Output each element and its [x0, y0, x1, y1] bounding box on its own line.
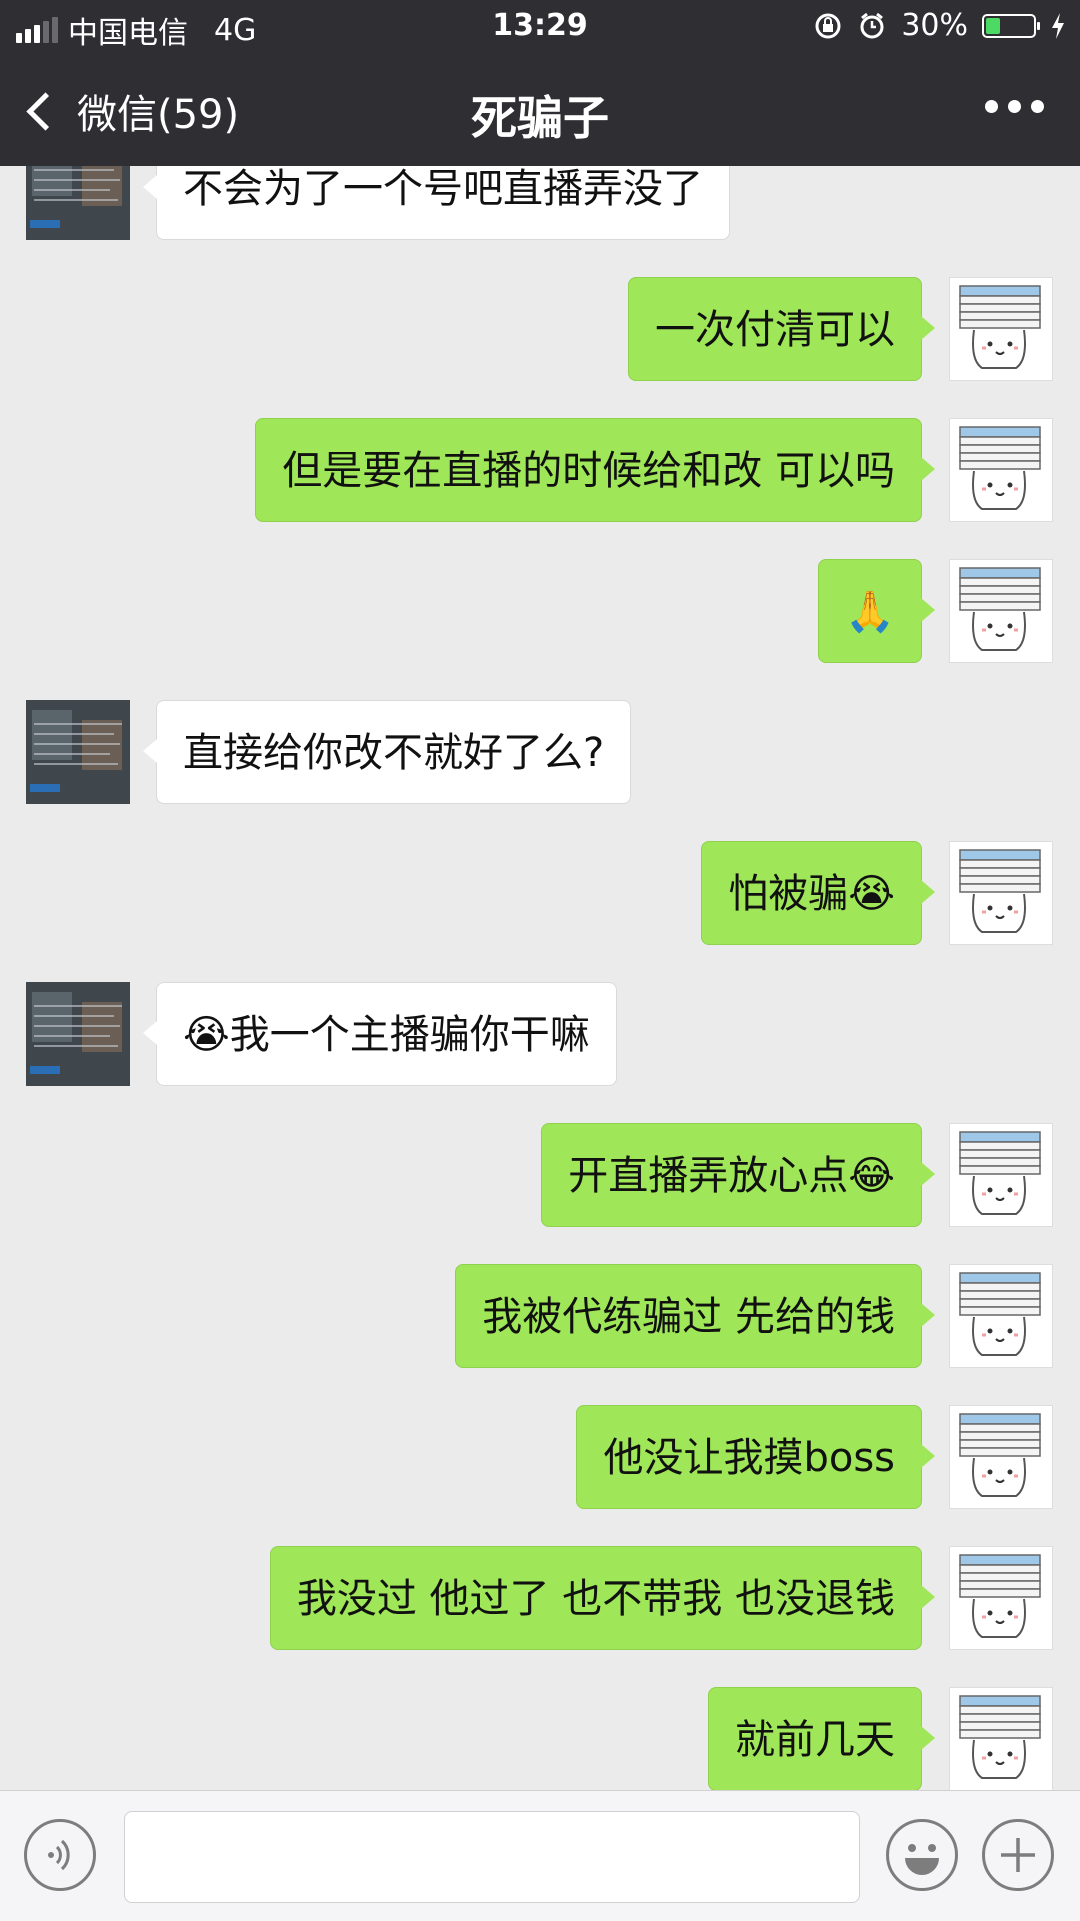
rotation-lock-icon: [815, 13, 841, 38]
more-dots-icon[interactable]: [985, 100, 1044, 113]
battery-percent: 30%: [901, 8, 968, 43]
my-message-bubble[interactable]: 他没让我摸boss: [576, 1405, 935, 1509]
my-message-bubble[interactable]: 我被代练骗过 先给的钱: [455, 1264, 935, 1368]
contact-message-bubble[interactable]: 不会为了一个号吧直播弄没了: [143, 166, 730, 240]
nav-bar: 微信(59) 死骗子: [0, 56, 1080, 166]
alarm-icon: [860, 12, 884, 38]
message-row: 怕被骗😭: [0, 841, 1080, 945]
chat-message-list[interactable]: 不会为了一个号吧直播弄没了一次付清可以但是要在直播的时候给和改 可以吗 🙏 直接给你…: [0, 166, 1080, 1790]
contact-message-bubble[interactable]: 直接给你改不就好了么?: [142, 700, 632, 804]
message-row: 开直播弄放心点😂: [0, 1123, 1080, 1227]
my-message-bubble[interactable]: 🙏: [818, 559, 935, 663]
my-avatar[interactable]: [949, 1123, 1053, 1227]
my-avatar[interactable]: [949, 418, 1053, 522]
contact-avatar[interactable]: [26, 982, 130, 1086]
my-message-bubble[interactable]: 怕被骗😭: [701, 841, 935, 945]
battery-fill: [986, 17, 1000, 34]
my-message-bubble[interactable]: 但是要在直播的时候给和改 可以吗: [255, 418, 935, 522]
my-avatar[interactable]: [949, 841, 1053, 945]
message-row: 我没过 他过了 也不带我 也没退钱: [0, 1546, 1080, 1650]
input-bar: [0, 1790, 1080, 1921]
status-right: 30%: [813, 8, 1066, 43]
message-input[interactable]: [124, 1811, 860, 1903]
my-message-bubble[interactable]: 我没过 他过了 也不带我 也没退钱: [269, 1546, 936, 1650]
message-row: 就前几天: [0, 1687, 1080, 1790]
message-row: 但是要在直播的时候给和改 可以吗: [0, 418, 1080, 522]
message-row: 🙏: [0, 559, 1080, 663]
plus-icon[interactable]: [982, 1819, 1054, 1891]
voice-icon[interactable]: [24, 1819, 96, 1891]
message-row: 直接给你改不就好了么?: [0, 700, 1080, 804]
my-avatar[interactable]: [949, 1405, 1053, 1509]
charging-icon: [1052, 12, 1064, 39]
message-row: 他没让我摸boss: [0, 1405, 1080, 1509]
chat-title: 死骗子: [471, 91, 609, 145]
contact-avatar[interactable]: [26, 166, 130, 240]
status-bar: 中国电信 4G 13:29 30%: [0, 0, 1080, 56]
message-row: 我被代练骗过 先给的钱: [0, 1264, 1080, 1368]
my-avatar[interactable]: [949, 1264, 1053, 1368]
battery-icon: [982, 13, 1040, 38]
message-row: 不会为了一个号吧直播弄没了: [0, 166, 1080, 240]
my-avatar[interactable]: [949, 1687, 1053, 1790]
emoji-icon[interactable]: [886, 1819, 958, 1891]
my-avatar[interactable]: [949, 277, 1053, 381]
my-message-bubble[interactable]: 开直播弄放心点😂: [541, 1123, 935, 1227]
my-avatar[interactable]: [949, 1546, 1053, 1650]
contact-message-bubble[interactable]: 😭我一个主播骗你干嘛: [143, 982, 617, 1086]
message-row: 一次付清可以: [0, 277, 1080, 381]
my-message-bubble[interactable]: 就前几天: [708, 1687, 935, 1790]
my-message-bubble[interactable]: 一次付清可以: [628, 277, 935, 381]
contact-avatar[interactable]: [26, 700, 130, 804]
my-avatar[interactable]: [949, 559, 1053, 663]
message-row: 😭我一个主播骗你干嘛: [0, 982, 1080, 1086]
